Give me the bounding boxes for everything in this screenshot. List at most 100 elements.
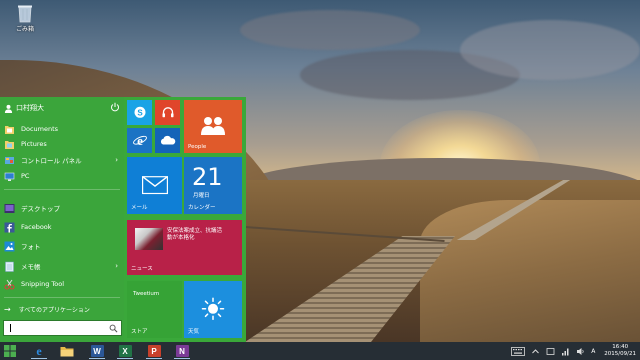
user-name: 口村翔大 <box>16 104 44 112</box>
facebook-icon <box>4 222 15 232</box>
taskbar-internet-explorer[interactable]: e <box>28 343 50 359</box>
start-menu: 口村翔大 Documents Pictures コントロール パネル › PC … <box>0 97 246 342</box>
start-menu-left-pane: 口村翔大 Documents Pictures コントロール パネル › PC … <box>0 97 124 342</box>
people-icon <box>201 116 225 135</box>
sun-icon <box>201 297 225 320</box>
taskbar: e W X P N A 16:40 2015/09/21 <box>0 342 640 360</box>
menu-item-label: フォト <box>21 243 41 251</box>
cloud <box>460 20 640 80</box>
menu-item-label: Documents <box>21 125 59 133</box>
folder-icon <box>60 346 74 356</box>
chevron-up-icon[interactable] <box>531 347 540 356</box>
tile-people[interactable]: People <box>184 100 242 153</box>
calendar-date: 21 <box>192 163 223 191</box>
tile-weather[interactable]: 天気 <box>184 281 242 338</box>
action-center-icon[interactable] <box>546 347 555 356</box>
menu-item-facebook[interactable]: Facebook <box>4 220 122 234</box>
chevron-right-icon: › <box>115 262 118 270</box>
powerpoint-icon: P <box>147 345 161 357</box>
running-indicator <box>89 358 105 359</box>
keyboard-icon[interactable] <box>511 346 526 356</box>
tile-calendar[interactable]: 21 月曜日 カレンダー <box>184 157 242 214</box>
arrow-right-icon: → <box>4 304 11 314</box>
mail-envelope-icon <box>141 175 168 194</box>
volume-icon[interactable] <box>576 347 585 356</box>
windows-start-icon[interactable] <box>4 345 16 357</box>
desktop-icon <box>4 203 15 213</box>
menu-item-pictures[interactable]: Pictures <box>4 137 122 151</box>
cloud <box>240 10 420 50</box>
menu-item-photos[interactable]: フォト <box>4 239 122 253</box>
photos-icon <box>4 241 15 251</box>
menu-item-pc[interactable]: PC <box>4 169 122 183</box>
svg-text:S: S <box>137 108 143 117</box>
notepad-icon <box>5 261 14 272</box>
taskbar-powerpoint[interactable]: P <box>143 343 165 359</box>
power-icon[interactable] <box>110 102 120 112</box>
menu-item-label: メモ帳 <box>21 263 41 271</box>
menu-item-label: Pictures <box>21 140 47 148</box>
folder-pictures-icon <box>5 140 14 149</box>
tile-label: People <box>188 144 207 150</box>
network-icon[interactable] <box>561 347 570 356</box>
svg-text:e: e <box>137 132 143 147</box>
news-headline: 安保法案成立、抗議活動が本格化 <box>167 228 223 241</box>
all-apps-button[interactable]: → すべてのアプリケーション <box>4 303 90 315</box>
running-indicator <box>174 358 190 359</box>
menu-divider <box>4 297 120 298</box>
grassland <box>420 200 640 342</box>
tile-skype[interactable]: S <box>127 100 152 125</box>
menu-item-label: コントロール パネル <box>21 157 82 165</box>
tile-music[interactable] <box>155 100 180 125</box>
menu-item-label: PC <box>21 172 30 180</box>
folder-documents-icon <box>5 125 14 134</box>
tile-label: ストア <box>131 329 148 335</box>
snipping-tool-icon <box>4 279 15 289</box>
recycle-bin-icon <box>18 5 32 23</box>
ime-indicator[interactable]: A <box>591 348 595 355</box>
menu-item-documents[interactable]: Documents <box>4 122 122 136</box>
clock[interactable]: 16:40 2015/09/21 <box>604 344 636 358</box>
calendar-day: 月曜日 <box>193 193 210 199</box>
news-thumbnail <box>135 228 163 250</box>
taskbar-word[interactable]: W <box>86 343 108 359</box>
taskbar-onenote[interactable]: N <box>171 343 193 359</box>
menu-item-control-panel[interactable]: コントロール パネル › <box>4 153 122 167</box>
excel-icon: X <box>118 345 132 357</box>
menu-item-label: Snipping Tool <box>21 280 65 288</box>
running-indicator <box>117 358 133 359</box>
tile-news[interactable]: 安保法案成立、抗議活動が本格化 ニュース <box>127 220 242 275</box>
text-caret <box>10 324 11 332</box>
taskbar-file-explorer[interactable] <box>56 343 78 359</box>
clock-date: 2015/09/21 <box>604 351 636 357</box>
user-icon <box>4 104 13 113</box>
menu-item-label: デスクトップ <box>21 205 60 213</box>
control-panel-icon <box>5 156 14 164</box>
internet-explorer-icon: e <box>36 343 42 358</box>
word-icon: W <box>90 345 104 357</box>
tile-mail[interactable]: メール <box>127 157 182 214</box>
menu-item-label: Facebook <box>21 223 52 231</box>
search-icon[interactable] <box>109 324 118 333</box>
user-account[interactable]: 口村翔大 <box>4 101 122 115</box>
tile-internet-explorer[interactable]: e <box>127 128 152 153</box>
search-input[interactable] <box>3 320 122 336</box>
pc-icon <box>4 172 15 181</box>
tile-store[interactable]: Tweetium ストア <box>127 281 182 338</box>
recycle-bin[interactable]: ごみ箱 <box>8 3 42 33</box>
tile-label: カレンダー <box>188 205 216 211</box>
tile-label: ニュース <box>131 266 153 272</box>
skype-icon: S <box>134 106 145 118</box>
menu-divider <box>4 189 120 190</box>
store-app-name: Tweetium <box>133 291 160 297</box>
clock-time: 16:40 <box>612 344 629 350</box>
running-indicator <box>31 358 47 359</box>
tile-label: 天気 <box>188 329 200 335</box>
menu-item-notepad[interactable]: メモ帳 › <box>4 259 122 273</box>
internet-explorer-icon: e <box>132 132 147 147</box>
onedrive-cloud-icon <box>160 135 175 144</box>
taskbar-excel[interactable]: X <box>114 343 136 359</box>
tile-onedrive[interactable] <box>155 128 180 153</box>
menu-item-snipping-tool[interactable]: Snipping Tool <box>4 277 122 291</box>
menu-item-desktop[interactable]: デスクトップ <box>4 201 122 215</box>
